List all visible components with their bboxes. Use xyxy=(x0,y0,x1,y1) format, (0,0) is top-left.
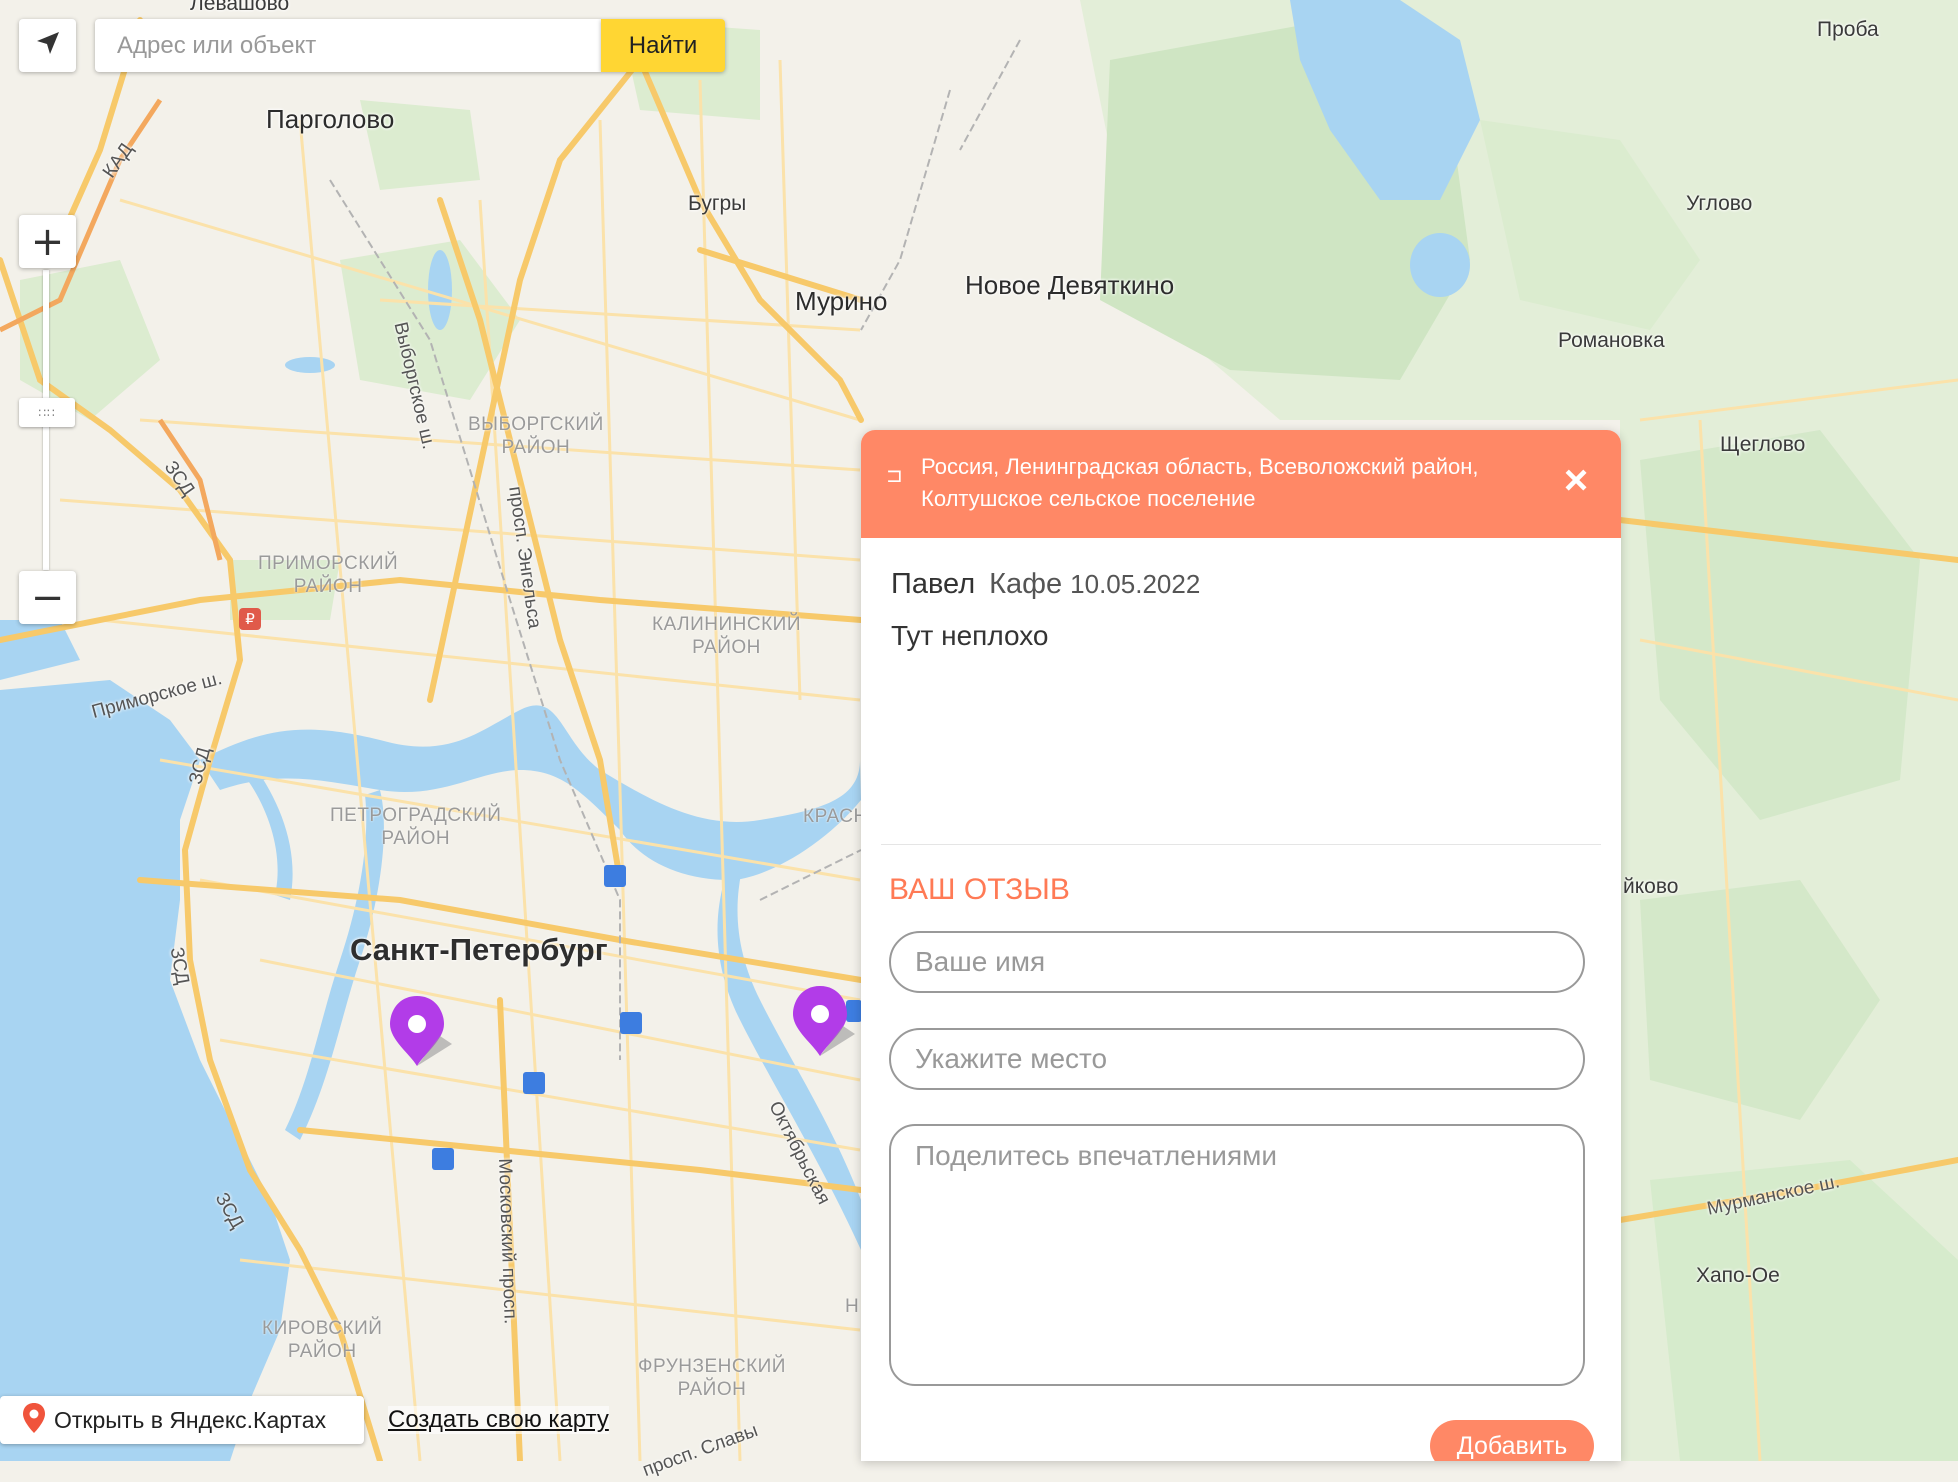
your-review-title: ВАШ ОТЗЫВ xyxy=(889,873,1070,906)
search-button[interactable]: Найти xyxy=(601,19,725,72)
map-label-romanovka: Романовка xyxy=(1558,329,1665,352)
name-field xyxy=(889,931,1585,993)
map-label-primorsky-district: ПРИМОРСКИЙ РАЙОН xyxy=(258,553,399,597)
zoom-out-button[interactable]: − xyxy=(19,571,76,624)
review-meta: Павел Кафе 10.05.2022 xyxy=(891,568,1200,601)
impressions-textarea[interactable] xyxy=(891,1126,1555,1380)
add-review-button[interactable]: Добавить xyxy=(1430,1420,1594,1461)
review-date: 10.05.2022 xyxy=(1070,569,1201,599)
map-label-proba: Проба xyxy=(1817,18,1879,41)
svg-text:₽: ₽ xyxy=(245,611,255,628)
open-in-yandex-maps-link[interactable]: Открыть в Яндекс.Картах xyxy=(0,1396,364,1444)
open-in-yandex-maps-label: Открыть в Яндекс.Картах xyxy=(54,1406,327,1433)
review-panel: ⊐ Россия, Ленинградская область, Всеволо… xyxy=(861,430,1621,1461)
navigation-arrow-icon xyxy=(34,29,62,62)
geolocation-button[interactable] xyxy=(19,19,76,72)
map-label-kirovsky-district: КИРОВСКИЙ РАЙОН xyxy=(262,1318,383,1362)
panel-address: Россия, Ленинградская область, Всеволожс… xyxy=(921,454,1479,511)
panel-header: ⊐ Россия, Ленинградская область, Всеволо… xyxy=(861,430,1621,538)
map-label-petrogradsky-district: ПЕТРОГРАДСКИЙ РАЙОН xyxy=(330,805,502,849)
address-pin-icon: ⊐ xyxy=(886,465,903,487)
map-label-nevsky-partial: Н xyxy=(845,1296,860,1317)
map-label-levashovo: Левашово xyxy=(190,0,290,15)
map-label-khapo-oe: Хапо-Ое xyxy=(1696,1264,1780,1287)
review-text: Тут неплохо xyxy=(891,620,1049,651)
map-label-saint-petersburg: Санкт-Петербург xyxy=(350,932,608,967)
close-icon[interactable]: × xyxy=(1556,459,1596,501)
impressions-field xyxy=(889,1124,1585,1386)
create-own-map-link[interactable]: Создать свою карту xyxy=(388,1406,609,1434)
search-box xyxy=(95,19,601,72)
panel-divider xyxy=(881,844,1601,845)
map-label-novoe-devyatkino: Новое Девяткино xyxy=(965,270,1175,300)
search-input[interactable] xyxy=(95,19,587,72)
map-label-vyborgsky-district: ВЫБОРГСКИЙ РАЙОН xyxy=(468,414,604,458)
map-label-bugry: Бугры xyxy=(688,192,747,215)
map-label-murino: Мурино xyxy=(795,286,888,316)
place-input[interactable] xyxy=(891,1030,1555,1088)
zoom-in-button[interactable]: + xyxy=(19,215,76,268)
name-input[interactable] xyxy=(891,933,1555,991)
review-place: Кафе xyxy=(989,568,1063,600)
review-author: Павел xyxy=(891,568,976,600)
zoom-slider-handle[interactable]: ∷∷ xyxy=(19,398,75,427)
map-label-pargolovo: Парголово xyxy=(266,104,395,134)
map-label-ikovo: йково xyxy=(1623,875,1679,898)
map-label-uglovo: Углово xyxy=(1686,192,1753,215)
map-label-frunzensky-district: ФРУНЗЕНСКИЙ РАЙОН xyxy=(638,1356,786,1400)
map-label-kalininsky-district: КАЛИНИНСКИЙ РАЙОН xyxy=(652,614,801,658)
map-label-krasnogvardeysky-partial: КРАСН xyxy=(803,806,868,827)
map-pin-icon xyxy=(22,1402,46,1439)
place-field xyxy=(889,1028,1585,1090)
map-label-shcheglovo: Щеглово xyxy=(1720,433,1806,456)
